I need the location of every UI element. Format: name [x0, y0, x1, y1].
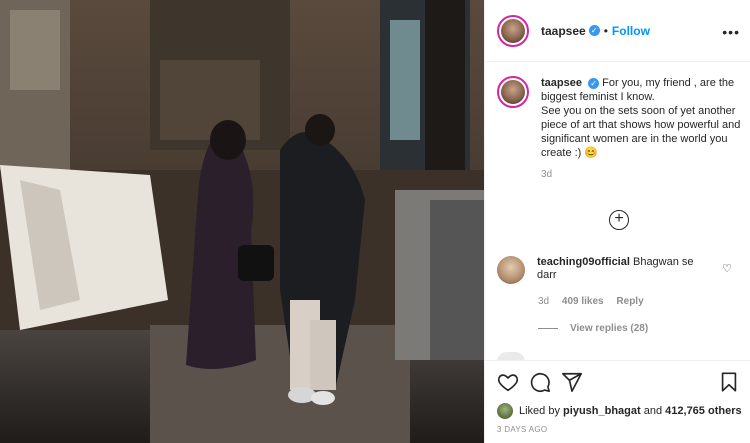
- post-side-panel: taapsee ✓ • Follow ••• taapsee ✓ For you…: [484, 0, 750, 443]
- comment-likes[interactable]: 409 likes: [562, 296, 604, 307]
- share-icon[interactable]: [561, 371, 583, 393]
- liked-by: Liked by piyush_bhagat and 412,765 other…: [497, 403, 742, 419]
- author-avatar[interactable]: [497, 14, 529, 47]
- liker-avatar[interactable]: [497, 403, 513, 419]
- caption-time[interactable]: 3d: [541, 168, 742, 182]
- caption: taapsee ✓ For you, my friend , are the b…: [497, 76, 742, 182]
- heart-icon[interactable]: [497, 371, 519, 393]
- view-replies-button[interactable]: View replies (28): [538, 323, 648, 334]
- comment-time[interactable]: 3d: [538, 296, 549, 307]
- liked-prefix: Liked by: [519, 405, 560, 417]
- post-date[interactable]: 3 DAYS AGO: [497, 425, 547, 434]
- follow-button[interactable]: Follow: [612, 24, 650, 38]
- liked-count[interactable]: 412,765 others: [665, 405, 741, 417]
- action-icons: [497, 371, 740, 395]
- more-icon[interactable]: •••: [722, 24, 740, 40]
- separator-dot: •: [603, 23, 608, 38]
- post-header: taapsee ✓ • Follow •••: [485, 0, 750, 62]
- caption-avatar[interactable]: [497, 76, 529, 108]
- replies-divider: [538, 328, 558, 329]
- comment-meta: 3d 409 likes Reply: [538, 296, 654, 307]
- comment-icon[interactable]: [529, 371, 551, 393]
- post-photo[interactable]: [0, 0, 484, 443]
- liked-user[interactable]: piyush_bhagat: [563, 405, 641, 417]
- reply-button[interactable]: Reply: [616, 296, 643, 307]
- comment-body: teaching09official Bhagwan se darr: [537, 256, 707, 284]
- post-viewer: taapsee ✓ • Follow ••• taapsee ✓ For you…: [0, 0, 750, 443]
- action-bar: Liked by piyush_bhagat and 412,765 other…: [485, 360, 750, 443]
- caption-body: taapsee ✓ For you, my friend , are the b…: [541, 76, 742, 182]
- view-replies-label: View replies (28): [570, 323, 649, 334]
- post-photo-scene: [0, 0, 484, 443]
- author-username[interactable]: taapsee: [541, 24, 586, 38]
- heart-icon[interactable]: ♡: [722, 262, 732, 275]
- verified-icon: ✓: [588, 77, 600, 89]
- liked-and: and: [643, 405, 663, 417]
- verified-icon: ✓: [588, 25, 600, 36]
- caption-username[interactable]: taapsee: [541, 77, 582, 89]
- comment-avatar[interactable]: [497, 256, 525, 284]
- comment: teaching09official Bhagwan se darr ♡: [497, 256, 738, 284]
- plus-circle-icon[interactable]: +: [609, 210, 629, 230]
- bookmark-icon[interactable]: [718, 371, 740, 393]
- caption-text-2: See you on the sets soon of yet another …: [541, 105, 741, 159]
- comment-username[interactable]: teaching09official: [537, 256, 630, 268]
